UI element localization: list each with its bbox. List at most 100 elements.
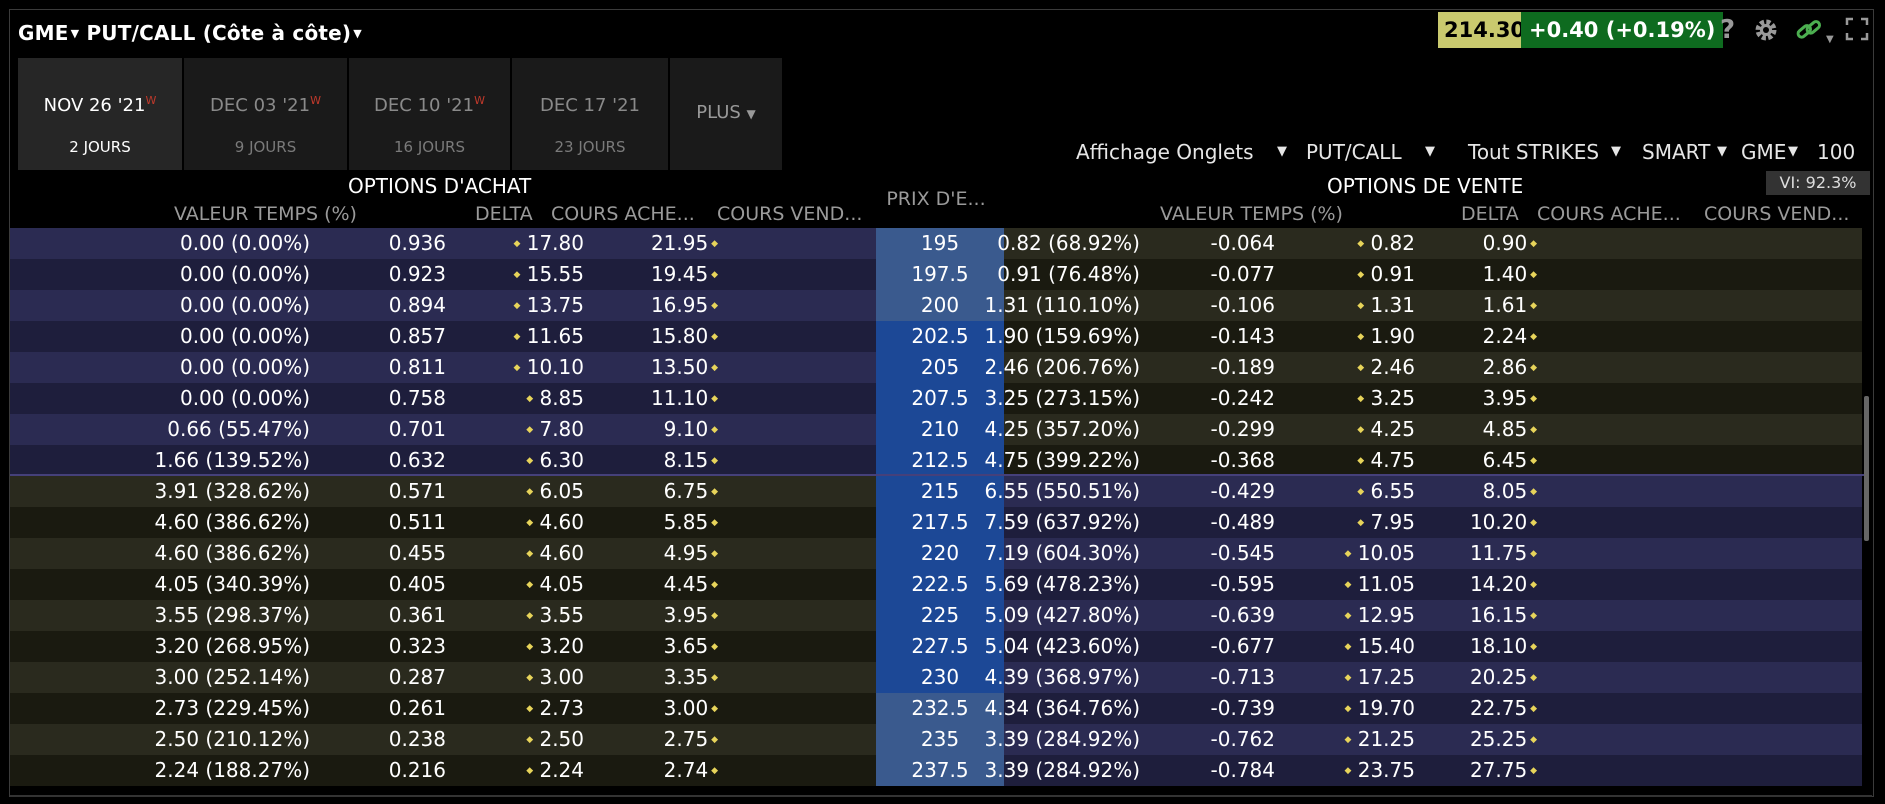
p-delta-cell[interactable]: -0.143 [1175, 321, 1275, 352]
tab-expiry-2[interactable]: DEC 10 '21W 16 JOURS [349, 58, 512, 170]
p-delta-cell[interactable]: -0.677 [1175, 631, 1275, 662]
call-side[interactable]: 0.00 (0.00%) 0.894 ◆ 13.75 16.95 ◆ [10, 290, 876, 321]
p-delta-cell[interactable]: -0.299 [1175, 414, 1275, 445]
c-bid-cell[interactable]: ◆ 2.73 [484, 693, 584, 725]
option-row[interactable]: 1.66 (139.52%) 0.632 ◆ 6.30 8.15 ◆ 212.5 4.75… [10, 445, 1862, 476]
c-ask-cell[interactable]: 2.75 ◆ [608, 724, 718, 756]
put-side[interactable]: 6.55 (550.51%) -0.429 ◆ 6.55 8.05 ◆ [985, 476, 1862, 508]
c-bid-cell[interactable]: ◆ 8.85 [484, 383, 584, 415]
c-ask-cell[interactable]: 3.35 ◆ [608, 662, 718, 694]
p-bid-cell[interactable]: ◆ 21.25 [1315, 724, 1415, 756]
p-ask-cell[interactable]: 8.05 ◆ [1427, 476, 1537, 508]
p-ask-cell[interactable]: 6.45 ◆ [1427, 445, 1537, 477]
p-ask-cell[interactable]: 11.75 ◆ [1427, 538, 1537, 570]
option-row[interactable]: 0.00 (0.00%) 0.894 ◆ 13.75 16.95 ◆ 200 1.31 (… [10, 290, 1862, 321]
c-delta-cell[interactable]: 0.261 [346, 693, 446, 724]
tab-expiry-0[interactable]: NOV 26 '21W 2 JOURS [18, 58, 184, 170]
option-row[interactable]: 4.60 (386.62%) 0.511 ◆ 4.60 5.85 ◆ 217.5 7.59… [10, 507, 1862, 538]
col-put-bid[interactable]: COURS ACHE... [1537, 203, 1681, 225]
option-row[interactable]: 0.00 (0.00%) 0.811 ◆ 10.10 13.50 ◆ 205 2.46 (… [10, 352, 1862, 383]
window-title[interactable]: GME ▼ PUT/CALL (Côte à côte) ▼ [18, 21, 362, 45]
c-ask-cell[interactable]: 15.80 ◆ [608, 321, 718, 353]
p-delta-cell[interactable]: -0.077 [1175, 259, 1275, 290]
call-side[interactable]: 0.00 (0.00%) 0.857 ◆ 11.65 15.80 ◆ [10, 321, 876, 352]
c-bid-cell[interactable]: ◆ 4.60 [484, 507, 584, 539]
c-tv-cell[interactable]: 0.00 (0.00%) [70, 321, 310, 352]
call-side[interactable]: 1.66 (139.52%) 0.632 ◆ 6.30 8.15 ◆ [10, 445, 876, 476]
c-tv-cell[interactable]: 2.50 (210.12%) [70, 724, 310, 755]
p-bid-cell[interactable]: ◆ 4.25 [1315, 414, 1415, 446]
option-row[interactable]: 0.00 (0.00%) 0.857 ◆ 11.65 15.80 ◆ 202.5 1.90… [10, 321, 1862, 352]
c-tv-cell[interactable]: 2.73 (229.45%) [70, 693, 310, 724]
p-bid-cell[interactable]: ◆ 12.95 [1315, 600, 1415, 632]
option-row[interactable]: 4.60 (386.62%) 0.455 ◆ 4.60 4.95 ◆ 220 7.19 (… [10, 538, 1862, 569]
c-bid-cell[interactable]: ◆ 17.80 [484, 228, 584, 260]
call-side[interactable]: 3.00 (252.14%) 0.287 ◆ 3.00 3.35 ◆ [10, 662, 876, 693]
c-delta-cell[interactable]: 0.511 [346, 507, 446, 538]
p-delta-cell[interactable]: -0.064 [1175, 228, 1275, 259]
p-ask-cell[interactable]: 27.75 ◆ [1427, 755, 1537, 787]
chevron-down-icon[interactable]: ▼ [1788, 144, 1798, 159]
symbol-selector[interactable]: GME [18, 21, 69, 45]
option-row[interactable]: 0.00 (0.00%) 0.758 ◆ 8.85 11.10 ◆ 207.5 3.25 … [10, 383, 1862, 414]
put-side[interactable]: 4.75 (399.22%) -0.368 ◆ 4.75 6.45 ◆ [985, 445, 1862, 477]
c-bid-cell[interactable]: ◆ 2.50 [484, 724, 584, 756]
p-delta-cell[interactable]: -0.595 [1175, 569, 1275, 600]
c-delta-cell[interactable]: 0.701 [346, 414, 446, 445]
col-strike[interactable]: PRIX D'E... [876, 188, 996, 210]
option-row[interactable]: 3.55 (298.37%) 0.361 ◆ 3.55 3.95 ◆ 225 5.09 (… [10, 600, 1862, 631]
p-bid-cell[interactable]: ◆ 7.95 [1315, 507, 1415, 539]
put-side[interactable]: 5.69 (478.23%) -0.595 ◆ 11.05 14.20 ◆ [985, 569, 1862, 601]
call-side[interactable]: 4.60 (386.62%) 0.455 ◆ 4.60 4.95 ◆ [10, 538, 876, 569]
p-bid-cell[interactable]: ◆ 6.55 [1315, 476, 1415, 508]
c-delta-cell[interactable]: 0.923 [346, 259, 446, 290]
p-delta-cell[interactable]: -0.784 [1175, 755, 1275, 786]
c-delta-cell[interactable]: 0.238 [346, 724, 446, 755]
c-bid-cell[interactable]: ◆ 6.30 [484, 445, 584, 477]
c-bid-cell[interactable]: ◆ 11.65 [484, 321, 584, 353]
c-delta-cell[interactable]: 0.361 [346, 600, 446, 631]
c-ask-cell[interactable]: 11.10 ◆ [608, 383, 718, 415]
option-row[interactable]: 4.05 (340.39%) 0.405 ◆ 4.05 4.45 ◆ 222.5 5.69… [10, 569, 1862, 600]
p-ask-cell[interactable]: 4.85 ◆ [1427, 414, 1537, 446]
p-tv-cell[interactable]: 4.75 (399.22%) [900, 445, 1140, 476]
chevron-down-icon[interactable]: ▼ [353, 27, 362, 40]
option-row[interactable]: 3.20 (268.95%) 0.323 ◆ 3.20 3.65 ◆ 227.5 5.04… [10, 631, 1862, 662]
p-bid-cell[interactable]: ◆ 2.46 [1315, 352, 1415, 384]
put-side[interactable]: 1.31 (110.10%) -0.106 ◆ 1.31 1.61 ◆ [985, 290, 1862, 321]
p-ask-cell[interactable]: 2.24 ◆ [1427, 321, 1537, 353]
p-ask-cell[interactable]: 22.75 ◆ [1427, 693, 1537, 725]
p-ask-cell[interactable]: 3.95 ◆ [1427, 383, 1537, 415]
p-ask-cell[interactable]: 14.20 ◆ [1427, 569, 1537, 601]
c-delta-cell[interactable]: 0.455 [346, 538, 446, 569]
c-delta-cell[interactable]: 0.894 [346, 290, 446, 321]
p-tv-cell[interactable]: 3.25 (273.15%) [900, 383, 1140, 414]
c-ask-cell[interactable]: 19.45 ◆ [608, 259, 718, 291]
put-side[interactable]: 1.90 (159.69%) -0.143 ◆ 1.90 2.24 ◆ [985, 321, 1862, 353]
p-tv-cell[interactable]: 7.59 (637.92%) [900, 507, 1140, 538]
col-call-ask[interactable]: COURS VEND... [717, 203, 862, 225]
c-ask-cell[interactable]: 3.95 ◆ [608, 600, 718, 632]
c-bid-cell[interactable]: ◆ 4.60 [484, 538, 584, 570]
c-tv-cell[interactable]: 3.20 (268.95%) [70, 631, 310, 662]
call-side[interactable]: 4.60 (386.62%) 0.511 ◆ 4.60 5.85 ◆ [10, 507, 876, 538]
p-delta-cell[interactable]: -0.429 [1175, 476, 1275, 507]
p-delta-cell[interactable]: -0.639 [1175, 600, 1275, 631]
p-bid-cell[interactable]: ◆ 17.25 [1315, 662, 1415, 694]
chevron-down-icon[interactable]: ▼ [1277, 144, 1287, 159]
c-bid-cell[interactable]: ◆ 3.20 [484, 631, 584, 663]
p-ask-cell[interactable]: 1.40 ◆ [1427, 259, 1537, 291]
option-row[interactable]: 2.24 (188.27%) 0.216 ◆ 2.24 2.74 ◆ 237.5 3.39… [10, 755, 1862, 786]
put-side[interactable]: 2.46 (206.76%) -0.189 ◆ 2.46 2.86 ◆ [985, 352, 1862, 384]
c-delta-cell[interactable]: 0.936 [346, 228, 446, 259]
c-delta-cell[interactable]: 0.758 [346, 383, 446, 414]
p-bid-cell[interactable]: ◆ 0.82 [1315, 228, 1415, 260]
p-bid-cell[interactable]: ◆ 0.91 [1315, 259, 1415, 291]
c-tv-cell[interactable]: 3.55 (298.37%) [70, 600, 310, 631]
c-bid-cell[interactable]: ◆ 10.10 [484, 352, 584, 384]
call-side[interactable]: 3.91 (328.62%) 0.571 ◆ 6.05 6.75 ◆ [10, 476, 876, 507]
chevron-down-icon[interactable]: ▼ [71, 27, 80, 40]
c-bid-cell[interactable]: ◆ 4.05 [484, 569, 584, 601]
call-side[interactable]: 0.66 (55.47%) 0.701 ◆ 7.80 9.10 ◆ [10, 414, 876, 445]
c-ask-cell[interactable]: 16.95 ◆ [608, 290, 718, 322]
